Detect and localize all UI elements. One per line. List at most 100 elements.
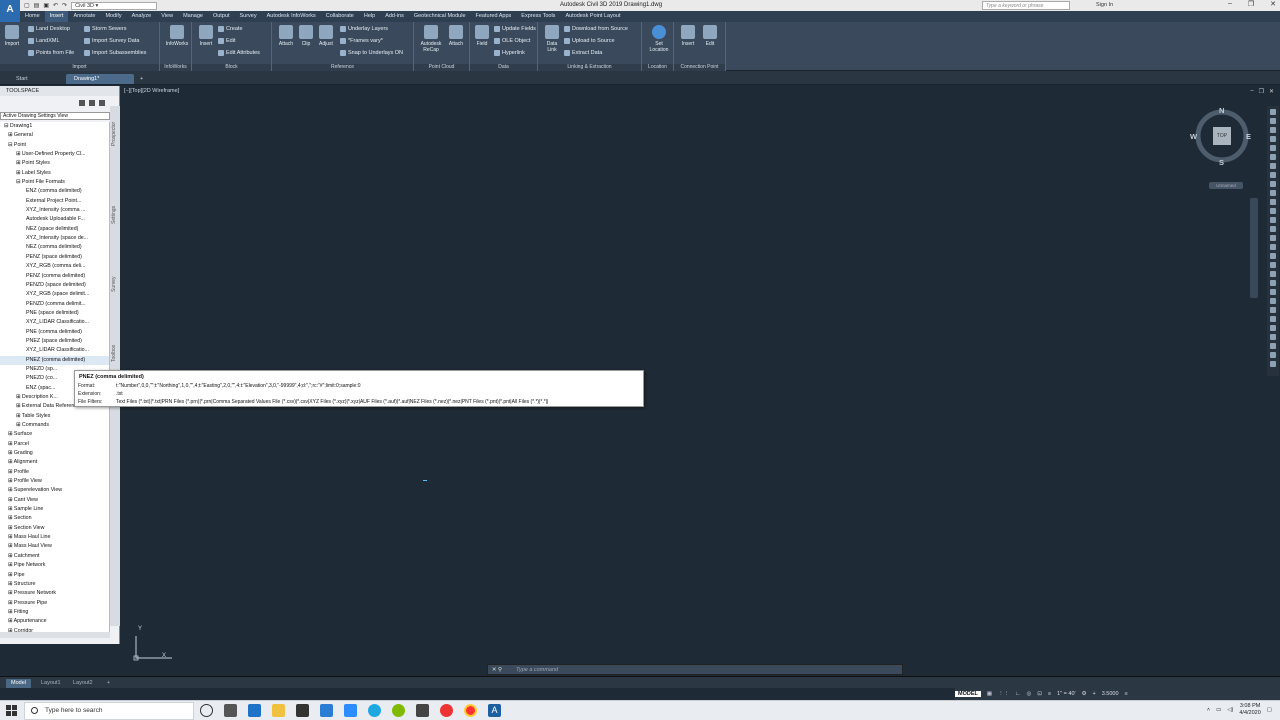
undo-icon[interactable]: ↶ [53, 2, 58, 9]
app-icon[interactable] [440, 704, 453, 717]
gear-icon[interactable]: ⚙ [1082, 691, 1087, 697]
file-tab-drawing1[interactable]: Drawing1* [66, 74, 134, 84]
tree-item-format[interactable]: NEZ (space delimited) [0, 225, 109, 234]
tree-item-format[interactable]: PNEZ (comma delimited) [0, 355, 109, 365]
viewport-controls-label[interactable]: [−][Top][2D Wireframe] [124, 88, 179, 94]
compass-south[interactable]: S [1219, 158, 1224, 167]
tree-item-format[interactable]: XYZ_Intensity (comma ... [0, 206, 109, 215]
points-from-file-button[interactable]: Points from File [28, 50, 74, 56]
tree-item[interactable]: ⊞ Mass Haul View [0, 542, 109, 551]
tree-item-format[interactable]: PNEZ (space delimited) [0, 337, 109, 346]
task-view-icon[interactable] [224, 704, 237, 717]
nav-tool-icon[interactable] [1270, 352, 1276, 358]
upload-source-button[interactable]: Upload to Source [564, 38, 615, 44]
tab-point-layout[interactable]: Autodesk Point Layout [560, 11, 625, 22]
nav-tool-icon[interactable] [1270, 127, 1276, 133]
tree-item[interactable]: ⊞ Label Styles [0, 169, 109, 178]
save-icon[interactable]: ▣ [43, 2, 49, 9]
tab-prospector[interactable]: Prospector [111, 122, 117, 146]
compass-west[interactable]: W [1190, 132, 1197, 141]
nav-tool-icon[interactable] [1270, 307, 1276, 313]
tab-manage[interactable]: Manage [178, 11, 208, 22]
cortana-icon[interactable] [200, 704, 213, 717]
nav-tool-icon[interactable] [1270, 217, 1276, 223]
nav-tool-icon[interactable] [1270, 172, 1276, 178]
tree-item-format[interactable]: PENZD (comma delimit... [0, 300, 109, 309]
tree-item[interactable]: ⊞ Parcel [0, 440, 109, 449]
nav-tool-icon[interactable] [1270, 361, 1276, 367]
tree-item-format[interactable]: PNE (comma delimited) [0, 328, 109, 337]
lineweight-icon[interactable]: ≡ [1048, 691, 1051, 697]
tab-toolbox[interactable]: Toolbox [111, 345, 117, 362]
data-link-button[interactable]: Data Link [542, 25, 562, 53]
customize-icon[interactable]: ≡ [1125, 691, 1128, 697]
recap-button[interactable]: Autodesk ReCap [418, 25, 444, 53]
tree-item-format[interactable]: PENZD (space delimited) [0, 281, 109, 290]
store-icon[interactable] [296, 704, 309, 717]
close-icon[interactable]: ✕ [1270, 0, 1276, 8]
tab-addins[interactable]: Add-ins [380, 11, 409, 22]
new-tab-plus-icon[interactable]: + [136, 74, 147, 84]
nav-tool-icon[interactable] [1270, 280, 1276, 286]
tree-item-format[interactable]: NEZ (comma delimited) [0, 243, 109, 252]
nav-tool-icon[interactable] [1270, 136, 1276, 142]
tree-item-format[interactable]: ENZ (comma delimited) [0, 187, 109, 196]
nav-tool-icon[interactable] [1270, 190, 1276, 196]
land-desktop-button[interactable]: Land Desktop [28, 26, 70, 32]
nav-tool-icon[interactable] [1270, 163, 1276, 169]
command-close-icon[interactable]: ✕ ⚲ [488, 665, 506, 675]
file-explorer-icon[interactable] [272, 704, 285, 717]
tree-item[interactable]: ⊞ Structure [0, 580, 109, 589]
nav-tool-icon[interactable] [1270, 262, 1276, 268]
connection-insert-button[interactable]: Insert [678, 25, 698, 47]
layout-tab-layout1[interactable]: Layout1 [36, 679, 66, 688]
tree-item[interactable]: ⊞ Table Styles [0, 412, 109, 421]
tree-item[interactable]: ⊞ Catchment [0, 552, 109, 561]
tree-item-format[interactable]: PNE (space delimited) [0, 309, 109, 318]
toolspace-tool-icon[interactable] [79, 100, 85, 106]
tree-item-format[interactable]: XYZ_Intensity (space de... [0, 234, 109, 243]
tab-geotechnical[interactable]: Geotechnical Module [409, 11, 471, 22]
viewcube-top-face[interactable]: TOP [1213, 127, 1231, 145]
tab-featured-apps[interactable]: Featured Apps [471, 11, 517, 22]
snap-icon[interactable]: ⋮⋮ [998, 691, 1009, 697]
landxml-button[interactable]: LandXML [28, 38, 60, 44]
polar-icon[interactable]: ◎ [1026, 691, 1031, 697]
tree-item-format[interactable]: Autodesk Uploadable F... [0, 215, 109, 224]
sign-in-link[interactable]: Sign In [1096, 2, 1113, 8]
clip-button[interactable]: Clip [296, 25, 316, 47]
nav-tool-icon[interactable] [1270, 109, 1276, 115]
ucs-menu[interactable]: Unnamed [1209, 182, 1243, 189]
new-icon[interactable]: ▢ [24, 2, 30, 9]
annotation-scale[interactable]: 1" = 40' [1057, 691, 1075, 697]
mail-icon[interactable] [320, 704, 333, 717]
extract-data-button[interactable]: Extract Data [564, 50, 602, 56]
import-survey-data-button[interactable]: Import Survey Data [84, 38, 139, 44]
compass-north[interactable]: N [1219, 106, 1224, 115]
minimize-icon[interactable]: – [1228, 0, 1232, 8]
nav-tool-icon[interactable] [1270, 343, 1276, 349]
nav-tool-icon[interactable] [1270, 253, 1276, 259]
panel-title-reference[interactable]: Reference [272, 64, 413, 71]
tab-insert[interactable]: Insert [44, 11, 69, 22]
nav-tool-icon[interactable] [1270, 199, 1276, 205]
tree-item[interactable]: ⊞ Mass Haul Line [0, 533, 109, 542]
model-space-toggle[interactable]: MODEL [955, 691, 981, 697]
tab-collaborate[interactable]: Collaborate [321, 11, 359, 22]
viewport-close-icon[interactable]: ✕ [1269, 88, 1274, 95]
connection-edit-button[interactable]: Edit [700, 25, 720, 47]
ole-object-button[interactable]: OLE Object [494, 38, 530, 44]
tree-item-format[interactable]: XYZ_RGB (comma deli... [0, 262, 109, 271]
edit-block-button[interactable]: Edit [218, 38, 235, 44]
tree-item[interactable]: ⊟ Drawing1 [0, 122, 109, 131]
nav-tool-icon[interactable] [1270, 118, 1276, 124]
photos-icon[interactable] [416, 704, 429, 717]
nav-tool-icon[interactable] [1270, 316, 1276, 322]
tree-item[interactable]: ⊞ Fitting [0, 608, 109, 617]
tree-item[interactable]: ⊞ Appurtenance [0, 617, 109, 626]
windows-start-icon[interactable] [6, 705, 17, 716]
viewcube[interactable]: TOP N S E W [1190, 106, 1252, 167]
nav-tool-icon[interactable] [1270, 181, 1276, 187]
tree-item[interactable]: ⊞ Profile [0, 468, 109, 477]
tree-item[interactable]: ⊞ Commands [0, 421, 109, 430]
